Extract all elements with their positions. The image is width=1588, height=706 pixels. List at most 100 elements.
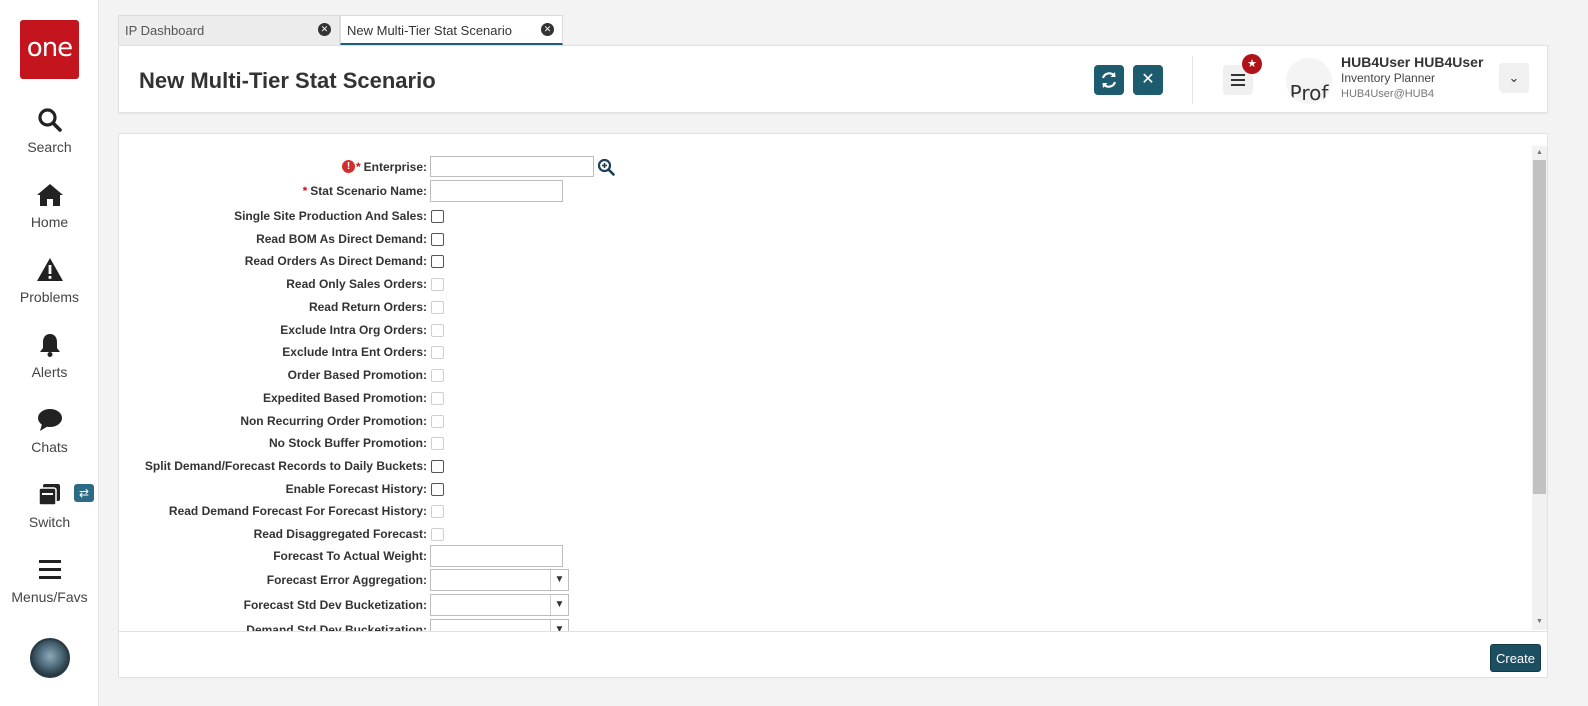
home-icon xyxy=(0,182,99,212)
checkbox-row: Enable Forecast History: xyxy=(119,478,1531,500)
app-logo[interactable]: one xyxy=(20,20,79,79)
enterprise-label: * Enterprise: xyxy=(356,160,427,174)
nav-menus-favs[interactable]: Menus/Favs xyxy=(0,557,99,605)
chat-icon xyxy=(0,407,99,437)
close-icon: ✕ xyxy=(1141,71,1155,88)
checkbox-label: Read Return Orders: xyxy=(308,300,427,314)
avatar[interactable]: Prof xyxy=(1286,58,1332,104)
user-name: HUB4User HUB4User xyxy=(1341,54,1484,70)
select-label: Demand Std Dev Bucketization: xyxy=(246,623,427,631)
tab-label: IP Dashboard xyxy=(125,23,205,38)
select-row: Demand Std Dev Bucketization: ▼ xyxy=(119,619,1531,631)
enterprise-row: ! * Enterprise: xyxy=(119,156,1531,178)
forecast-std-dev-bucketization-select[interactable]: ▼ xyxy=(430,594,569,616)
tab-new-multi-tier-stat-scenario[interactable]: New Multi-Tier Stat Scenario ✕ xyxy=(340,15,563,45)
nav-label: Problems xyxy=(19,289,80,305)
checkbox-label: Enable Forecast History: xyxy=(285,482,427,496)
nav-label: Menus/Favs xyxy=(11,589,88,605)
refresh-icon xyxy=(1101,72,1117,88)
checkbox-row: Read Demand Forecast For Forecast Histor… xyxy=(119,500,1531,522)
checkbox-label: No Stock Buffer Promotion: xyxy=(269,436,427,450)
forecast-error-aggregation-select[interactable]: ▼ xyxy=(430,569,569,591)
checkbox-label: Non Recurring Order Promotion: xyxy=(240,414,427,428)
checkbox-row: Expedited Based Promotion: xyxy=(119,387,1531,409)
read-bom-checkbox[interactable] xyxy=(431,233,444,246)
checkbox-label: Read BOM As Direct Demand: xyxy=(256,232,427,246)
checkbox-row: No Stock Buffer Promotion: xyxy=(119,432,1531,454)
scenario-name-label: * Stat Scenario Name: xyxy=(303,184,427,198)
weight-label: Forecast To Actual Weight: xyxy=(273,549,427,563)
header-divider xyxy=(1192,56,1193,104)
chevron-down-icon: ▼ xyxy=(550,570,568,590)
exclude-intra-ent-checkbox xyxy=(431,346,444,359)
required-mark: * xyxy=(302,184,308,198)
nav-alerts[interactable]: Alerts xyxy=(0,332,99,380)
nav-label: Home xyxy=(30,214,69,230)
close-tab-icon[interactable]: ✕ xyxy=(318,23,331,36)
order-based-promotion-checkbox xyxy=(431,369,444,382)
read-only-sales-orders-checkbox xyxy=(431,278,444,291)
enterprise-input[interactable] xyxy=(430,156,594,177)
checkbox-row: Single Site Production And Sales: xyxy=(119,205,1531,227)
checkbox-row: Order Based Promotion: xyxy=(119,364,1531,386)
no-stock-buffer-promotion-checkbox xyxy=(431,437,444,450)
nav-label: Alerts xyxy=(31,364,68,380)
scrollbar-thumb[interactable] xyxy=(1533,160,1546,494)
form-panel: ! * Enterprise: * Stat Scenario Name: Sing… xyxy=(118,133,1548,678)
close-tab-icon[interactable]: ✕ xyxy=(541,23,554,36)
refresh-button[interactable] xyxy=(1094,65,1124,95)
weight-row: Forecast To Actual Weight: xyxy=(119,545,1531,567)
nav-search[interactable]: Search xyxy=(0,107,99,155)
checkbox-row: Read Only Sales Orders: xyxy=(119,273,1531,295)
checkbox-label: Order Based Promotion: xyxy=(287,368,427,382)
nav-problems[interactable]: Problems xyxy=(0,257,99,305)
checkbox-label: Single Site Production And Sales: xyxy=(234,209,427,223)
checkbox-row: Read Orders As Direct Demand: xyxy=(119,250,1531,272)
close-button[interactable]: ✕ xyxy=(1133,65,1163,95)
read-orders-checkbox[interactable] xyxy=(431,255,444,268)
create-button[interactable]: Create xyxy=(1490,644,1541,672)
checkbox-row: Split Demand/Forecast Records to Daily B… xyxy=(119,455,1531,477)
non-recurring-order-promotion-checkbox xyxy=(431,415,444,428)
nav-label: Chats xyxy=(31,439,68,455)
select-row: Forecast Error Aggregation: ▼ xyxy=(119,569,1531,591)
nav-chats[interactable]: Chats xyxy=(0,407,99,455)
checkbox-label: Exclude Intra Org Orders: xyxy=(280,323,427,337)
read-disaggregated-forecast-checkbox xyxy=(431,528,444,541)
bell-icon xyxy=(0,332,99,362)
checkbox-label: Read Only Sales Orders: xyxy=(286,277,427,291)
label-text: Stat Scenario Name: xyxy=(310,184,427,198)
select-label: Forecast Error Aggregation: xyxy=(266,573,427,587)
warning-icon xyxy=(0,257,99,287)
demand-std-dev-bucketization-select[interactable]: ▼ xyxy=(430,619,569,631)
split-demand-checkbox[interactable] xyxy=(431,460,444,473)
checkbox-row: Read Disaggregated Forecast: xyxy=(119,523,1531,545)
checkbox-label: Exclude Intra Ent Orders: xyxy=(282,345,427,359)
chevron-down-icon: ▼ xyxy=(550,620,568,631)
assistant-avatar[interactable] xyxy=(30,638,70,678)
error-icon: ! xyxy=(342,160,355,173)
single-site-checkbox[interactable] xyxy=(431,210,444,223)
search-lookup-icon[interactable] xyxy=(597,158,615,176)
tab-ip-dashboard[interactable]: IP Dashboard ✕ xyxy=(118,15,340,45)
checkbox-label: Read Demand Forecast For Forecast Histor… xyxy=(168,504,427,518)
user-menu-button[interactable]: ⌄ xyxy=(1499,63,1529,93)
required-mark: * xyxy=(355,160,361,174)
chevron-down-icon: ⌄ xyxy=(1508,70,1520,85)
read-demand-forecast-checkbox xyxy=(431,505,444,518)
search-icon xyxy=(0,107,99,137)
scenario-name-input[interactable] xyxy=(430,180,563,202)
weight-input[interactable] xyxy=(430,545,563,567)
nav-home[interactable]: Home xyxy=(0,182,99,230)
nav-label: Switch xyxy=(28,514,71,530)
user-role: Inventory Planner xyxy=(1341,71,1436,85)
checkbox-row: Exclude Intra Org Orders: xyxy=(119,319,1531,341)
enable-forecast-history-checkbox[interactable] xyxy=(431,483,444,496)
form-scroll-area[interactable]: ! * Enterprise: * Stat Scenario Name: Sing… xyxy=(119,134,1531,631)
scroll-down-icon[interactable]: ▼ xyxy=(1532,616,1547,628)
checkbox-label: Split Demand/Forecast Records to Daily B… xyxy=(144,459,427,473)
scroll-up-icon[interactable]: ▲ xyxy=(1532,147,1547,159)
checkbox-row: Read Return Orders: xyxy=(119,296,1531,318)
tab-label: New Multi-Tier Stat Scenario xyxy=(347,23,512,38)
scenario-name-row: * Stat Scenario Name: xyxy=(119,180,1531,202)
